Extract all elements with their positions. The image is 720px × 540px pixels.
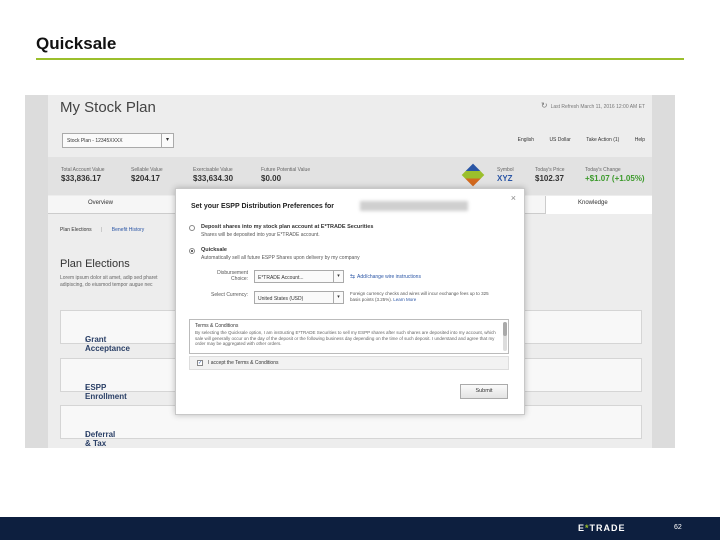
metric-sellable-value: Sellable Value $204.17 [131, 167, 163, 183]
espp-preferences-dialog: Set your ESPP Distribution Preferences f… [175, 188, 525, 415]
accept-terms-label[interactable]: I accept the Terms & Conditions [208, 360, 279, 366]
title-divider [36, 58, 684, 60]
terms-body: By selecting the Quicksale option, I am … [195, 330, 496, 346]
fx-fee-note: Foreign currency checks and wires will i… [350, 291, 489, 302]
metric-exercisable-value: Exercisable Value $33,634.30 [193, 167, 234, 183]
redacted-plan-name [360, 201, 468, 211]
plan-select[interactable]: Stock Plan - 12345XXXX ▾ [62, 133, 174, 148]
terms-box[interactable]: Terms & Conditions By selecting the Quic… [189, 319, 509, 354]
app-title: My Stock Plan [60, 99, 156, 116]
tab-overview[interactable]: Overview [88, 200, 113, 206]
tab-knowledge[interactable]: Knowledge [545, 196, 652, 214]
chevron-down-icon: ▾ [333, 271, 343, 282]
close-icon[interactable]: × [511, 193, 516, 203]
accept-terms-row: ✓ I accept the Terms & Conditions [189, 356, 509, 370]
accept-terms-checkbox[interactable]: ✓ [197, 360, 203, 366]
metric-future-value: Future Potential Value $0.00 [261, 167, 311, 183]
submit-button[interactable]: Submit [460, 384, 508, 399]
etrade-logo: E*TRADE [578, 523, 626, 533]
subnav-plan-elections[interactable]: Plan Elections [60, 227, 92, 233]
metric-total-value: Total Account Value $33,836.17 [61, 167, 105, 183]
top-nav: English US Dollar Take Action (1) Help [504, 137, 645, 143]
terms-scrollbar[interactable] [503, 322, 507, 351]
chevron-down-icon: ▾ [161, 134, 173, 147]
take-action-menu[interactable]: Take Action (1) [586, 137, 619, 143]
option-deposit-title: Deposit shares into my stock plan accoun… [201, 224, 374, 230]
wire-instructions-link[interactable]: ⇆ Add/change wire instructions [350, 273, 421, 280]
slide-footer: E*TRADE 62 [0, 517, 720, 540]
wire-icon: ⇆ [350, 274, 356, 280]
option-deposit-description: Shares will be deposited into your E*TRA… [201, 232, 320, 238]
option-quicksale-description: Automatically sell all future ESPP Share… [201, 255, 360, 261]
learn-more-link[interactable]: Learn More [393, 297, 416, 302]
refresh-status: ↻ Last Refresh March 11, 2016 12:00 AM ET [540, 101, 645, 110]
page-number: 62 [674, 524, 682, 531]
disbursement-label: Disbursement Choice: [217, 270, 248, 282]
option-quicksale-title: Quicksale [201, 247, 227, 253]
metric-symbol: Symbol XYZ [497, 167, 514, 183]
metric-change: Today's Change +$1.07 (+1.05%) [585, 167, 645, 183]
radio-deposit-shares[interactable] [189, 225, 195, 231]
refresh-icon[interactable]: ↻ [541, 101, 548, 110]
sub-nav: Plan Elections | Benefit History [60, 227, 145, 233]
chevron-down-icon: ▾ [333, 292, 343, 303]
metric-price: Today's Price $102.37 [535, 167, 565, 183]
plan-elections-description: Lorem ipsum dolor sit amet, adip sed pha… [60, 275, 158, 288]
currency-menu[interactable]: US Dollar [549, 137, 570, 143]
language-menu[interactable]: English [518, 137, 534, 143]
slide-title: Quicksale [36, 34, 117, 53]
disbursement-select[interactable]: E*TRADE Account... ▾ [254, 270, 344, 283]
dialog-title: Set your ESPP Distribution Preferences f… [191, 203, 335, 210]
help-link[interactable]: Help [635, 137, 645, 143]
currency-select[interactable]: United States (USD) ▾ [254, 291, 344, 304]
plan-elections-heading: Plan Elections [60, 258, 130, 270]
terms-title: Terms & Conditions [195, 323, 239, 329]
currency-label: Select Currency: [211, 292, 248, 298]
subnav-benefit-history[interactable]: Benefit History [112, 227, 145, 233]
radio-quicksale[interactable] [189, 248, 195, 254]
